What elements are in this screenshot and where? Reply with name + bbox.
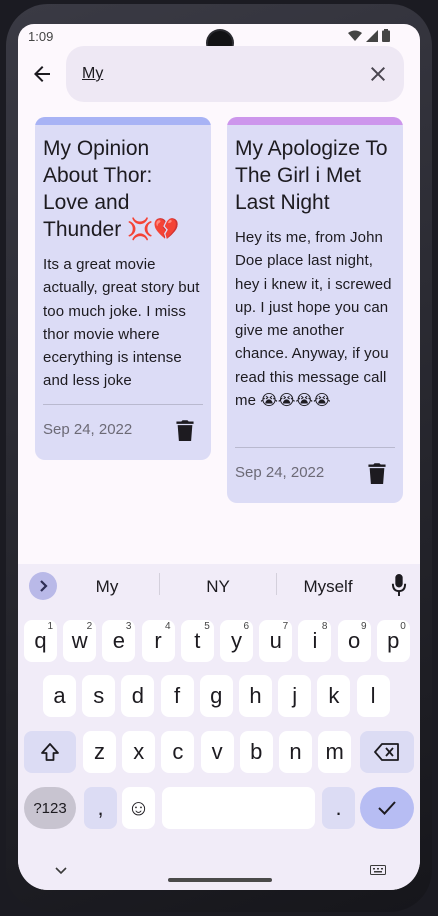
search-bar <box>18 46 420 102</box>
key-label: o <box>347 628 361 653</box>
suggestion-strip: My NY Myself <box>18 564 420 608</box>
backspace-key[interactable] <box>360 731 414 773</box>
comma-key[interactable]: , <box>84 787 117 829</box>
soft-keyboard: My NY Myself 1q2w3e4r5t6y7u8i9o0p asdfgh… <box>18 564 420 890</box>
home-indicator[interactable] <box>168 878 272 882</box>
key-hint-number: 0 <box>400 621 406 632</box>
note-divider <box>43 404 203 405</box>
key-label: u <box>269 628 282 653</box>
key-hint-number: 8 <box>321 621 328 632</box>
key-label: r <box>154 628 162 653</box>
suggestion-divider <box>159 573 160 595</box>
key-label: y <box>231 628 242 653</box>
key-m[interactable]: m <box>318 731 352 773</box>
close-icon[interactable] <box>366 62 390 86</box>
screen: 1:09 My Opinion About Thor: Love and Thu… <box>18 24 420 890</box>
search-field-container <box>66 46 404 102</box>
key-i[interactable]: 8i <box>298 620 332 662</box>
note-card[interactable]: My Opinion About Thor: Love and Thunder … <box>35 117 211 460</box>
note-card[interactable]: My Apologize To The Girl i Met Last Nigh… <box>227 117 403 503</box>
note-date: Sep 24, 2022 <box>43 421 133 438</box>
note-date: Sep 24, 2022 <box>235 464 325 481</box>
key-c[interactable]: c <box>161 731 195 773</box>
key-d[interactable]: d <box>121 675 155 717</box>
key-hint-number: 9 <box>361 621 367 632</box>
key-hint-number: 1 <box>47 621 53 632</box>
note-divider <box>235 447 395 448</box>
key-label: p <box>387 628 400 653</box>
battery-icon <box>382 29 390 42</box>
key-q[interactable]: 1q <box>24 620 57 662</box>
trash-icon[interactable] <box>175 419 195 441</box>
search-input[interactable] <box>82 62 342 86</box>
space-bar[interactable] <box>162 787 315 829</box>
key-x[interactable]: x <box>122 731 156 773</box>
arrow-back-icon[interactable] <box>30 62 54 86</box>
note-body: Hey its me, from John Doe place last nig… <box>235 229 392 410</box>
suggestions-toggle-button[interactable] <box>29 572 57 600</box>
suggestion-divider <box>276 573 277 595</box>
check-icon <box>378 801 396 815</box>
key-hint-number: 6 <box>243 621 249 632</box>
wifi-icon <box>348 30 362 41</box>
key-y[interactable]: 6y <box>220 620 253 662</box>
key-w[interactable]: 2w <box>63 620 97 662</box>
status-icons <box>348 29 390 42</box>
shift-icon <box>41 743 59 761</box>
note-accent-stripe <box>35 117 211 125</box>
note-title: My Opinion About Thor: Love and Thunder … <box>43 137 180 241</box>
key-r[interactable]: 4r <box>141 620 175 662</box>
key-j[interactable]: j <box>278 675 312 717</box>
status-time: 1:09 <box>28 29 54 44</box>
key-n[interactable]: n <box>279 731 312 773</box>
key-o[interactable]: 9o <box>337 620 371 662</box>
key-z[interactable]: z <box>83 731 116 773</box>
key-v[interactable]: v <box>200 731 234 773</box>
note-title: My Apologize To The Girl i Met Last Nigh… <box>235 137 388 214</box>
key-label: q <box>34 628 47 653</box>
key-f[interactable]: f <box>160 675 194 717</box>
key-hint-number: 5 <box>204 621 210 632</box>
key-e[interactable]: 3e <box>102 620 136 662</box>
key-k[interactable]: k <box>317 675 351 717</box>
suggestion-item[interactable]: Myself <box>294 577 362 597</box>
key-label: t <box>194 628 201 653</box>
key-l[interactable]: l <box>356 675 390 717</box>
key-s[interactable]: s <box>82 675 116 717</box>
microphone-icon[interactable] <box>390 574 408 596</box>
key-h[interactable]: h <box>239 675 272 717</box>
key-a[interactable]: a <box>43 675 76 717</box>
shift-key[interactable] <box>24 731 76 773</box>
key-label: i <box>312 628 318 653</box>
key-hint-number: 3 <box>125 621 132 632</box>
chevron-right-icon <box>40 580 48 592</box>
key-hint-number: 7 <box>282 621 289 632</box>
enter-key[interactable] <box>360 787 414 829</box>
trash-icon[interactable] <box>367 462 387 484</box>
key-hint-number: 4 <box>165 621 171 632</box>
key-label: e <box>112 628 126 653</box>
note-body: Its a great movie actually, great story … <box>43 256 200 390</box>
key-label: w <box>71 628 88 653</box>
note-accent-stripe <box>227 117 403 125</box>
hide-keyboard-chevron-icon[interactable] <box>55 864 67 878</box>
suggestion-item[interactable]: NY <box>188 577 248 597</box>
suggestion-item[interactable]: My <box>80 577 134 597</box>
symbols-key[interactable]: ?123 <box>24 787 76 829</box>
period-key[interactable]: . <box>322 787 355 829</box>
keyboard-switch-icon[interactable] <box>370 864 386 878</box>
key-g[interactable]: g <box>199 675 233 717</box>
signal-icon <box>366 29 378 42</box>
key-hint-number: 2 <box>86 621 93 632</box>
backspace-icon <box>374 743 399 761</box>
key-b[interactable]: b <box>239 731 273 773</box>
key-t[interactable]: 5t <box>180 620 214 662</box>
key-p[interactable]: 0p <box>376 620 410 662</box>
emoji-key[interactable]: ☺ <box>122 787 155 829</box>
key-u[interactable]: 7u <box>259 620 293 662</box>
